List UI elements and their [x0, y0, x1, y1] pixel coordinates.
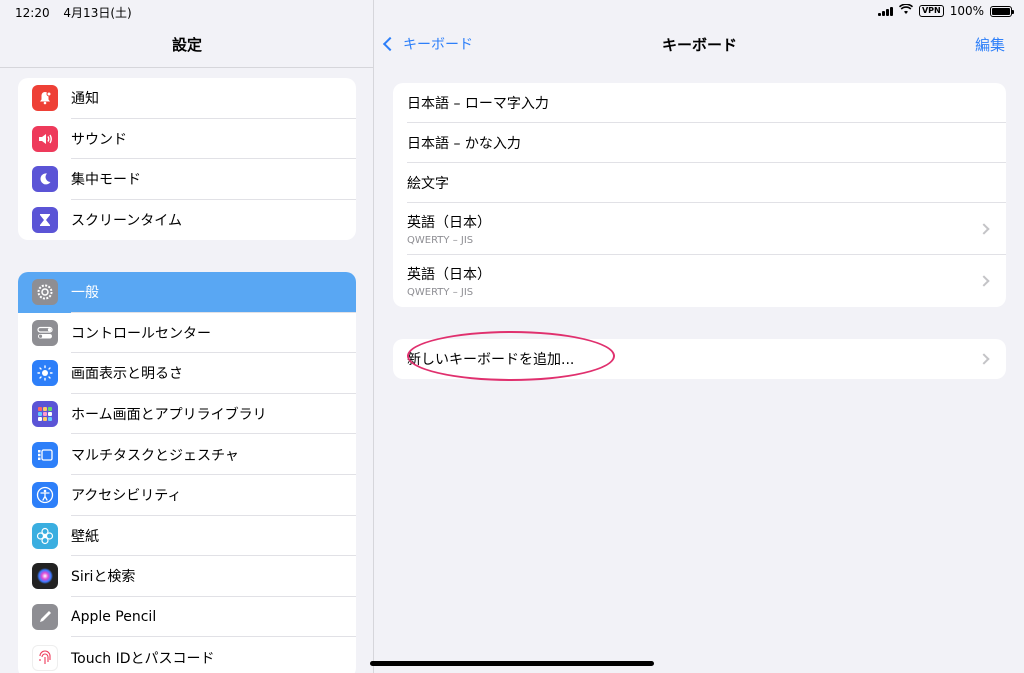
bell-icon: [32, 85, 58, 112]
sidebar-item-label: Siriと検索: [71, 569, 136, 586]
sidebar-item-label: コントロールセンター: [71, 325, 211, 342]
keyboard-list: 日本語 – ローマ字入力 日本語 – かな入力 絵文字 英語（日本） QWERT…: [393, 83, 1006, 307]
hourglass-icon: [32, 207, 58, 234]
add-keyboard-button[interactable]: 新しいキーボードを追加...: [393, 331, 1006, 381]
fingerprint-icon: [32, 644, 58, 671]
sidebar-item-label: アクセシビリティ: [71, 488, 182, 505]
sidebar-item-sounds[interactable]: サウンド: [18, 119, 356, 160]
sidebar-item-label: 壁紙: [71, 528, 99, 545]
cellular-signal-icon: [877, 6, 893, 16]
keyboard-row[interactable]: 日本語 – かな入力: [393, 123, 1006, 163]
home-indicator[interactable]: [370, 661, 654, 666]
sidebar-item-label: サウンド: [71, 131, 127, 148]
wifi-icon: [898, 3, 913, 18]
status-bar-left: 12:20 4月13日(土): [15, 4, 142, 21]
divider: [0, 67, 374, 68]
keyboard-layout: QWERTY – JIS: [407, 287, 474, 298]
sidebar-item-label: Apple Pencil: [71, 609, 157, 626]
sidebar-item-general[interactable]: 一般: [18, 272, 356, 313]
sidebar-item-label: スクリーンタイム: [71, 213, 183, 230]
sidebar-item-label: 画面表示と明るさ: [71, 366, 183, 383]
keyboard-row[interactable]: 英語（日本） QWERTY – JIS: [393, 203, 1006, 255]
sidebar-item-multitasking[interactable]: マルチタスクとジェスチャ: [18, 434, 356, 475]
keyboard-name: 英語（日本）: [407, 215, 491, 231]
siri-icon: [32, 563, 58, 590]
sidebar-item-wallpaper[interactable]: 壁紙: [18, 516, 356, 557]
moon-icon: [32, 166, 58, 193]
keyboard-row[interactable]: 絵文字: [393, 163, 1006, 203]
sidebar-group-1: 通知 サウンド 集中モード スクリーンタイム: [18, 78, 356, 241]
sidebar-item-label: 通知: [71, 91, 99, 108]
speaker-icon: [32, 125, 58, 152]
status-date: 4月13日(土): [63, 6, 132, 20]
keyboard-name: 日本語 – ローマ字入力: [407, 96, 549, 112]
sidebar-item-focus[interactable]: 集中モード: [18, 159, 356, 200]
keyboards-detail-pane: VPN 100% キーボード キーボード 編集 日本語 – ローマ字入力 日本語…: [375, 0, 1024, 673]
sidebar-item-accessibility[interactable]: アクセシビリティ: [18, 475, 356, 516]
gear-icon: [32, 279, 58, 306]
sidebar-group-2: 一般 コントロールセンター 画面表示と明るさ ホーム画面とアプリライブラリ マル…: [18, 272, 356, 673]
flower-icon: [32, 522, 58, 549]
sidebar-item-control-center[interactable]: コントロールセンター: [18, 313, 356, 354]
settings-sidebar: 12:20 4月13日(土) 設定 通知 サウンド 集中モード スクリーンタイム…: [0, 0, 374, 673]
sidebar-item-siri-search[interactable]: Siriと検索: [18, 556, 356, 597]
grid-icon: [32, 401, 58, 428]
multitask-icon: [32, 441, 58, 468]
vpn-badge: VPN: [918, 5, 944, 17]
sidebar-item-notifications[interactable]: 通知: [18, 78, 356, 119]
sidebar-item-apple-pencil[interactable]: Apple Pencil: [18, 597, 356, 638]
keyboard-name: 日本語 – かな入力: [407, 136, 521, 152]
sidebar-title: 設定: [171, 36, 202, 54]
pencil-icon: [32, 604, 58, 631]
sidebar-item-label: 一般: [71, 285, 99, 302]
add-keyboard-group: 新しいキーボードを追加...: [393, 331, 1006, 381]
sidebar-item-home-screen[interactable]: ホーム画面とアプリライブラリ: [18, 394, 356, 435]
sidebar-item-touch-id-passcode[interactable]: Touch IDとパスコード: [18, 637, 356, 673]
toggles-icon: [32, 319, 58, 346]
highlight-annotation: [407, 331, 615, 381]
sun-icon: [32, 360, 58, 387]
status-time: 12:20: [15, 6, 50, 20]
battery-percent: 100%: [949, 4, 984, 18]
keyboard-layout: QWERTY – JIS: [407, 235, 474, 246]
keyboard-name: 絵文字: [407, 176, 449, 192]
keyboard-name: 英語（日本）: [407, 267, 491, 283]
edit-button[interactable]: 編集: [975, 34, 1005, 55]
sidebar-item-label: Touch IDとパスコード: [71, 650, 215, 667]
keyboard-row[interactable]: 日本語 – ローマ字入力: [393, 83, 1006, 123]
keyboard-row[interactable]: 英語（日本） QWERTY – JIS: [393, 255, 1006, 307]
sidebar-item-display-brightness[interactable]: 画面表示と明るさ: [18, 353, 356, 394]
status-bar-right: VPN 100%: [877, 3, 1014, 18]
accessibility-icon: [32, 482, 58, 509]
sidebar-item-label: ホーム画面とアプリライブラリ: [71, 407, 267, 424]
sidebar-item-label: マルチタスクとジェスチャ: [71, 447, 239, 464]
sidebar-item-label: 集中モード: [71, 172, 141, 189]
page-title: キーボード: [661, 36, 737, 54]
sidebar-item-screen-time[interactable]: スクリーンタイム: [18, 200, 356, 241]
battery-icon: [990, 5, 1014, 17]
